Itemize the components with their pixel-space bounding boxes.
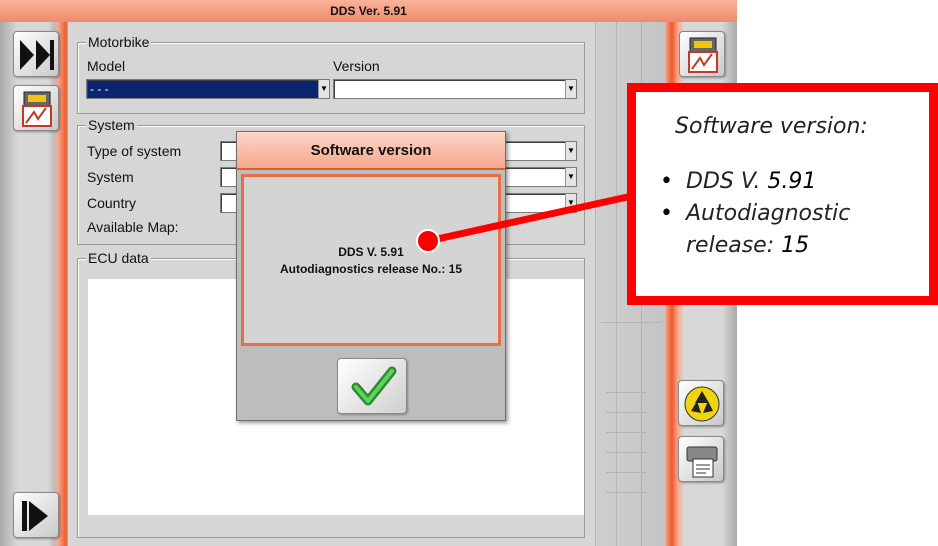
bullet-icon: • xyxy=(660,201,673,226)
callout-item-text: release: xyxy=(686,233,782,258)
callout-item-value: 15 xyxy=(781,233,810,258)
callout-item-value: 5.91 xyxy=(767,169,817,194)
callout-item-release: release: 15 xyxy=(658,230,850,262)
annotation-callout: Software version: • DDS V. 5.91 • Autodi… xyxy=(627,83,938,305)
bullet-icon: • xyxy=(660,169,673,194)
callout-list: • DDS V. 5.91 • Autodiagnostic release: … xyxy=(658,166,850,262)
callout-title: Software version: xyxy=(675,114,868,139)
callout-item-dds-version: • DDS V. 5.91 xyxy=(658,166,850,198)
callout-item-text: DDS V. xyxy=(686,169,768,194)
callout-item-text: Autodiagnostic xyxy=(686,201,851,226)
callout-item-autodiagnostic: • Autodiagnostic xyxy=(658,198,850,230)
